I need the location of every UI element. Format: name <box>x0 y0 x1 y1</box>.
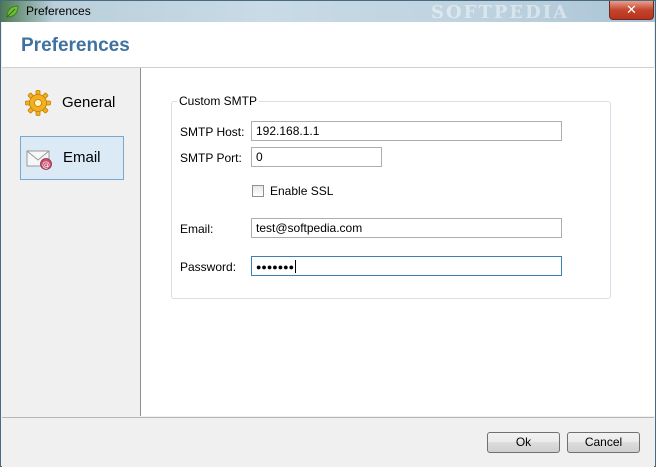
page-title: Preferences <box>21 35 130 56</box>
sidebar-item-email[interactable]: @ Email <box>20 136 124 180</box>
password-dots: ●●●●●●● <box>256 262 295 272</box>
close-icon: ✕ <box>626 2 637 17</box>
smtp-port-field[interactable]: 0 <box>251 147 382 167</box>
smtp-host-field[interactable]: 192.168.1.1 <box>251 121 562 141</box>
custom-smtp-group: Custom SMTP SMTP Host: 192.168.1.1 SMTP … <box>171 94 611 299</box>
close-button[interactable]: ✕ <box>609 1 654 20</box>
smtp-port-label: SMTP Port: <box>180 151 242 165</box>
password-label: Password: <box>180 260 237 274</box>
password-field[interactable]: ●●●●●●● <box>251 256 562 276</box>
group-label: Custom SMTP <box>177 94 260 108</box>
preferences-window: Preferences SOFTPEDIA ✕ Preferences Gene… <box>0 0 656 467</box>
email-icon: @ <box>26 150 52 170</box>
text-caret <box>295 260 297 274</box>
email-field[interactable]: test@softpedia.com <box>251 218 562 238</box>
svg-text:@: @ <box>42 160 50 169</box>
sidebar: General @ Email <box>2 68 141 416</box>
cancel-button[interactable]: Cancel <box>567 432 640 453</box>
gear-icon <box>25 90 51 116</box>
ok-button[interactable]: Ok <box>487 432 560 453</box>
sidebar-item-label: General <box>62 94 116 111</box>
title-bar[interactable]: Preferences SOFTPEDIA ✕ <box>1 1 655 23</box>
sidebar-item-label: Email <box>63 149 101 166</box>
window-title: Preferences <box>26 4 91 18</box>
sidebar-item-general[interactable]: General <box>20 82 124 126</box>
smtp-host-label: SMTP Host: <box>180 125 245 139</box>
leaf-icon <box>6 5 19 18</box>
enable-ssl-checkbox[interactable] <box>252 185 264 197</box>
watermark: SOFTPEDIA <box>431 2 570 23</box>
footer-bar: Ok Cancel <box>2 417 654 467</box>
enable-ssl-label[interactable]: Enable SSL <box>270 184 333 198</box>
email-label: Email: <box>180 222 214 236</box>
header-banner: Preferences <box>2 22 654 68</box>
email-settings-panel: Custom SMTP SMTP Host: 192.168.1.1 SMTP … <box>141 68 655 416</box>
